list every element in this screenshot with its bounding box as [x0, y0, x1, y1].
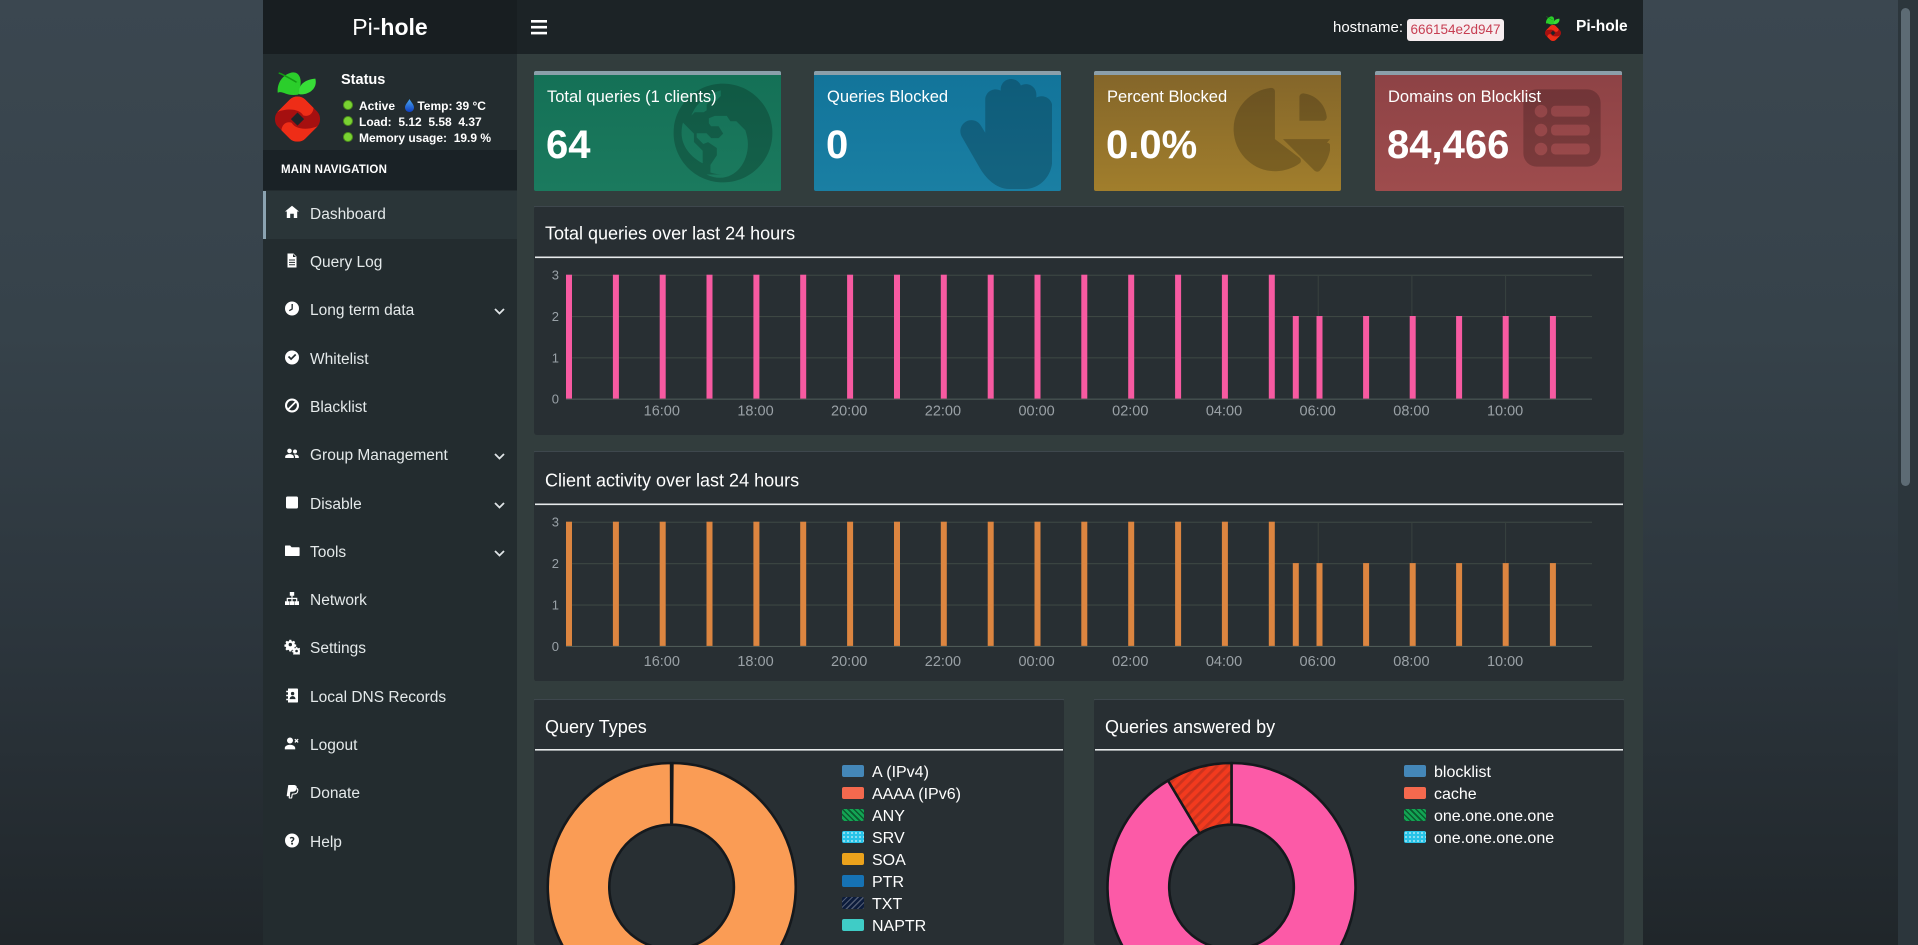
- svg-text:1: 1: [552, 350, 559, 365]
- svg-text:04:00: 04:00: [1206, 404, 1242, 420]
- svg-text:Query Types: Query Types: [545, 717, 647, 737]
- svg-text:10:00: 10:00: [1487, 654, 1523, 670]
- svg-text:3: 3: [552, 268, 559, 283]
- svg-text:2: 2: [552, 309, 559, 324]
- svg-text:Queries answered by: Queries answered by: [1105, 717, 1275, 737]
- svg-text:22:00: 22:00: [925, 654, 961, 670]
- svg-text:2: 2: [552, 556, 559, 571]
- svg-text:08:00: 08:00: [1393, 404, 1429, 420]
- svg-text:06:00: 06:00: [1300, 654, 1336, 670]
- svg-text:10:00: 10:00: [1487, 404, 1523, 420]
- svg-text:18:00: 18:00: [737, 654, 773, 670]
- svg-text:18:00: 18:00: [737, 404, 773, 420]
- svg-text:Total queries over last 24 hou: Total queries over last 24 hours: [545, 224, 795, 244]
- svg-text:0: 0: [552, 392, 559, 407]
- svg-text:08:00: 08:00: [1393, 654, 1429, 670]
- svg-text:16:00: 16:00: [644, 404, 680, 420]
- svg-text:3: 3: [552, 514, 559, 529]
- svg-text:06:00: 06:00: [1300, 404, 1336, 420]
- svg-text:02:00: 02:00: [1112, 654, 1148, 670]
- svg-text:Client activity over last 24 h: Client activity over last 24 hours: [545, 470, 799, 490]
- svg-text:20:00: 20:00: [831, 654, 867, 670]
- svg-text:16:00: 16:00: [644, 654, 680, 670]
- svg-text:02:00: 02:00: [1112, 404, 1148, 420]
- svg-text:22:00: 22:00: [925, 404, 961, 420]
- svg-text:04:00: 04:00: [1206, 654, 1242, 670]
- svg-text:00:00: 00:00: [1018, 404, 1054, 420]
- svg-text:0: 0: [552, 638, 559, 653]
- svg-text:1: 1: [552, 597, 559, 612]
- svg-text:00:00: 00:00: [1018, 654, 1054, 670]
- svg-text:20:00: 20:00: [831, 404, 867, 420]
